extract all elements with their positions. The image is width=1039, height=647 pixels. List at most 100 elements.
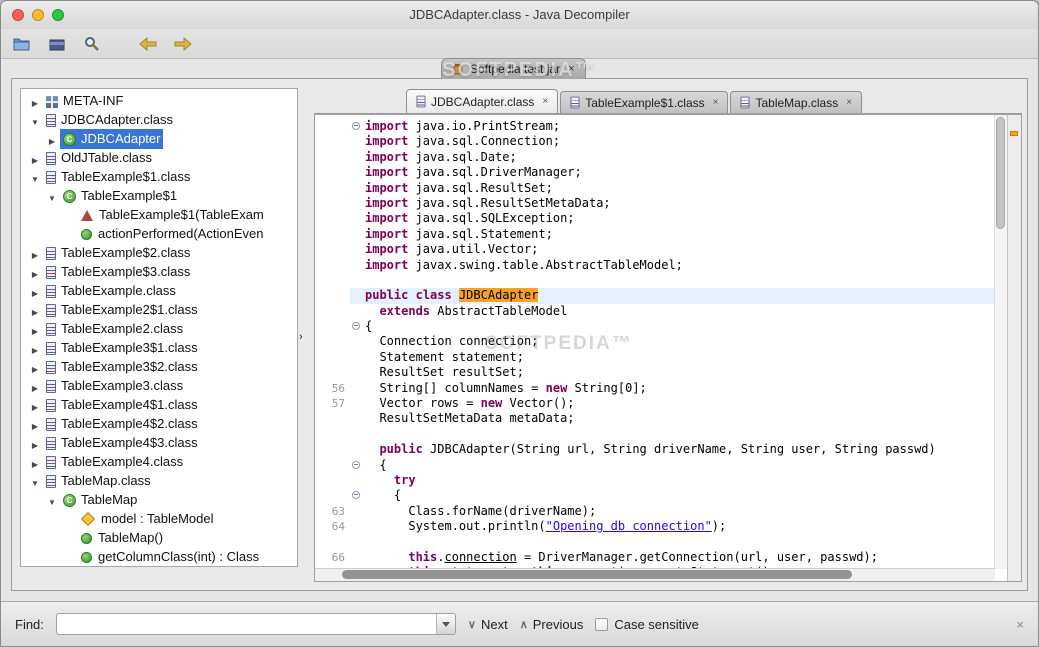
code-text: import java.sql.ResultSetMetaData; [365,196,611,211]
search-button[interactable] [81,34,103,54]
code-text: import java.sql.ResultSet; [365,181,553,196]
tree-item-label: TableExample4$2.class [61,416,198,431]
occurrence-marker[interactable] [1010,131,1018,136]
back-button[interactable] [137,34,159,54]
tree-item[interactable]: getColumnClass(int) : Class [21,547,297,566]
open-type-button[interactable] [46,34,68,54]
code-line: ResultSetMetaData metaData; [315,411,995,426]
tree-item[interactable]: getColumnCount() : int [21,566,297,567]
find-input[interactable] [56,614,436,634]
collapse-arrow-icon[interactable]: ▼ [27,113,43,132]
code-text: public JDBCAdapter(String url, String dr… [365,442,935,457]
tree-item[interactable]: TableMap() [21,528,297,547]
tree-item[interactable]: ▶ TableExample2$1.class [21,300,297,319]
tree-item[interactable]: ▶ META-INF [21,91,297,110]
splitter-handle-icon[interactable]: › [299,331,303,343]
code-text: Connection connection; [365,334,538,349]
close-tab-icon[interactable]: × [846,97,852,108]
code-line-body [350,273,995,288]
tree-item-content: TableExample3.class [43,376,186,396]
tree-item[interactable]: ▶ TableExample4$2.class [21,414,297,433]
collapse-arrow-icon[interactable]: ▼ [27,474,43,493]
case-sensitive-checkbox[interactable]: Case sensitive [595,617,699,632]
tree-item[interactable]: model : TableModel [21,509,297,528]
tree-item[interactable]: ▶ TableExample3.class [21,376,297,395]
fold-collapse-icon[interactable] [350,488,365,503]
open-file-button[interactable] [11,34,33,54]
tree-item-label: META-INF [63,93,124,108]
close-find-icon[interactable]: × [1016,617,1024,632]
tree-item[interactable]: ▼ JDBCAdapter.class [21,110,297,129]
tree-item[interactable]: ▶ TableExample$3.class [21,262,297,281]
classfile-icon [46,437,56,450]
code-line: try [315,473,995,488]
code-token: new [545,380,568,395]
tree-item-label: TableExample$2.class [61,245,191,260]
code-text: import java.sql.DriverManager; [365,165,582,180]
string-link[interactable]: "Opening db connection" [546,519,712,533]
code-token: java.io.PrintStream; [408,119,561,133]
find-next-button[interactable]: ∨ Next [468,617,508,632]
fold-collapse-icon[interactable] [350,319,365,334]
vertical-scrollbar[interactable] [994,115,1008,569]
tree-item[interactable]: ▼ TableMap [21,490,297,509]
code-text: extends AbstractTableModel [365,304,567,319]
tree-item[interactable]: TableExample$1(TableExam [21,205,297,224]
editor-tab[interactable]: TableMap.class × [730,91,863,113]
current-line: public class JDBCAdapter [350,288,995,304]
tree-item[interactable]: ▶ TableExample2.class [21,319,297,338]
tree-item[interactable]: actionPerformed(ActionEven [21,224,297,243]
tree-item[interactable]: ▶ TableExample4$3.class [21,433,297,452]
forward-button[interactable] [172,34,194,54]
tree-item-label: actionPerformed(ActionEven [98,226,264,241]
tree-item-content: TableExample3$2.class [43,357,201,377]
tree-item[interactable]: ▶ TableExample$2.class [21,243,297,262]
code-line-body: public JDBCAdapter(String url, String dr… [350,442,995,457]
tree-item[interactable]: ▶ TableExample4$1.class [21,395,297,414]
code-token: java.sql.Statement; [408,226,553,241]
collapse-arrow-icon[interactable]: ▼ [44,189,60,208]
tree-item[interactable]: ▶ OldJTable.class [21,148,297,167]
code-line: 64 System.out.println("Opening db connec… [315,519,995,534]
code-token: java.sql.Date; [408,149,517,164]
tree-item-content: TableExample.class [43,281,179,301]
close-tab-icon[interactable]: × [713,97,719,108]
tree-item[interactable]: ▶ TableExample.class [21,281,297,300]
tree-item[interactable]: ▶ TableExample4.class [21,452,297,471]
code-token: System.out.println( [365,519,546,534]
line-number: 56 [331,381,345,395]
collapse-arrow-icon[interactable]: ▼ [44,493,60,512]
editor-tab[interactable]: TableExample$1.class × [560,91,729,113]
tree-item[interactable]: ▶JDBCAdapter [21,129,297,149]
close-jar-icon[interactable]: × [568,63,574,75]
code-token: class [415,288,452,303]
combo-dropdown-button[interactable] [435,614,455,634]
fold-collapse-icon[interactable] [350,458,365,473]
collapse-arrow-icon[interactable]: ▼ [27,170,43,189]
fold-collapse-icon[interactable] [350,119,365,134]
tree-item[interactable]: ▶ TableExample3$2.class [21,357,297,376]
tree-item[interactable]: ▼ TableExample$1.class [21,167,297,186]
line-number [315,350,350,365]
find-previous-button[interactable]: ∧ Previous [520,617,584,632]
tree-item[interactable]: ▼ TableMap.class [21,471,297,490]
jar-tab[interactable]: Softpedia test.jar × [441,58,586,79]
tree-item-content: TableExample2$1.class [43,300,201,320]
horizontal-scrollbar[interactable] [315,568,995,581]
horizontal-scrollbar-thumb[interactable] [342,570,852,579]
arrow-right-icon [174,36,192,51]
editor-tab[interactable]: JDBCAdapter.class × [406,89,559,113]
tree-item[interactable]: ▼ TableExample$1 [21,186,297,205]
identifier-link[interactable]: connection [445,550,517,564]
code-line-body: import java.sql.Date; [350,150,995,165]
close-tab-icon[interactable]: × [542,96,548,107]
tree-item-content: TableMap.class [43,471,154,491]
tree-item[interactable]: ▶ TableExample3$1.class [21,338,297,357]
code-line-body: ResultSet resultSet; [350,365,995,380]
vertical-scrollbar-thumb[interactable] [996,117,1005,229]
code-token: import [365,165,409,180]
code-lines: import java.io.PrintStream; import java.s… [315,115,995,581]
